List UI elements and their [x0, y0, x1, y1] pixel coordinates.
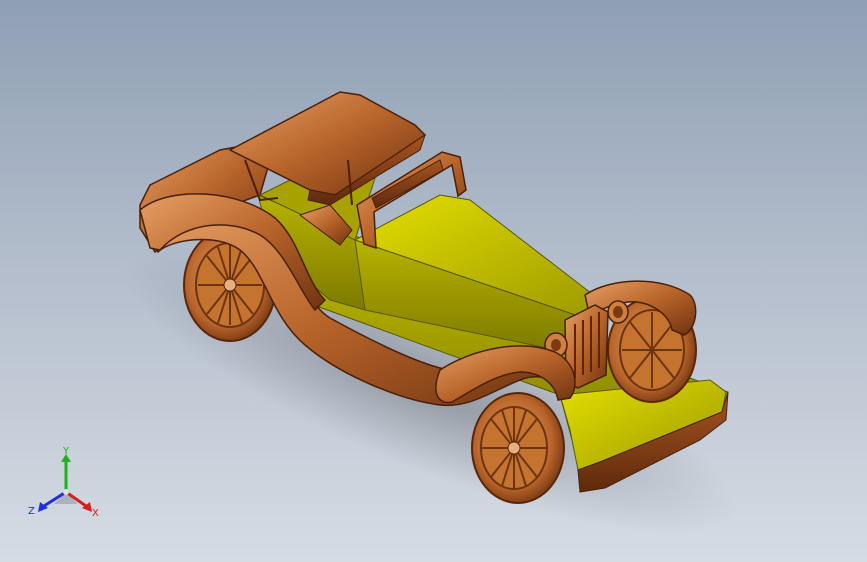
- x-axis-label: X: [92, 508, 99, 519]
- car-model-3d-view[interactable]: [0, 0, 867, 562]
- z-axis-label: Z: [28, 506, 35, 517]
- front-wheel-near: [471, 392, 565, 504]
- y-axis-label: Y: [62, 446, 70, 457]
- reference-triad: Y X Z: [28, 446, 99, 519]
- headlight-far: [607, 300, 629, 324]
- graphics-viewport[interactable]: Y X Z: [0, 0, 867, 562]
